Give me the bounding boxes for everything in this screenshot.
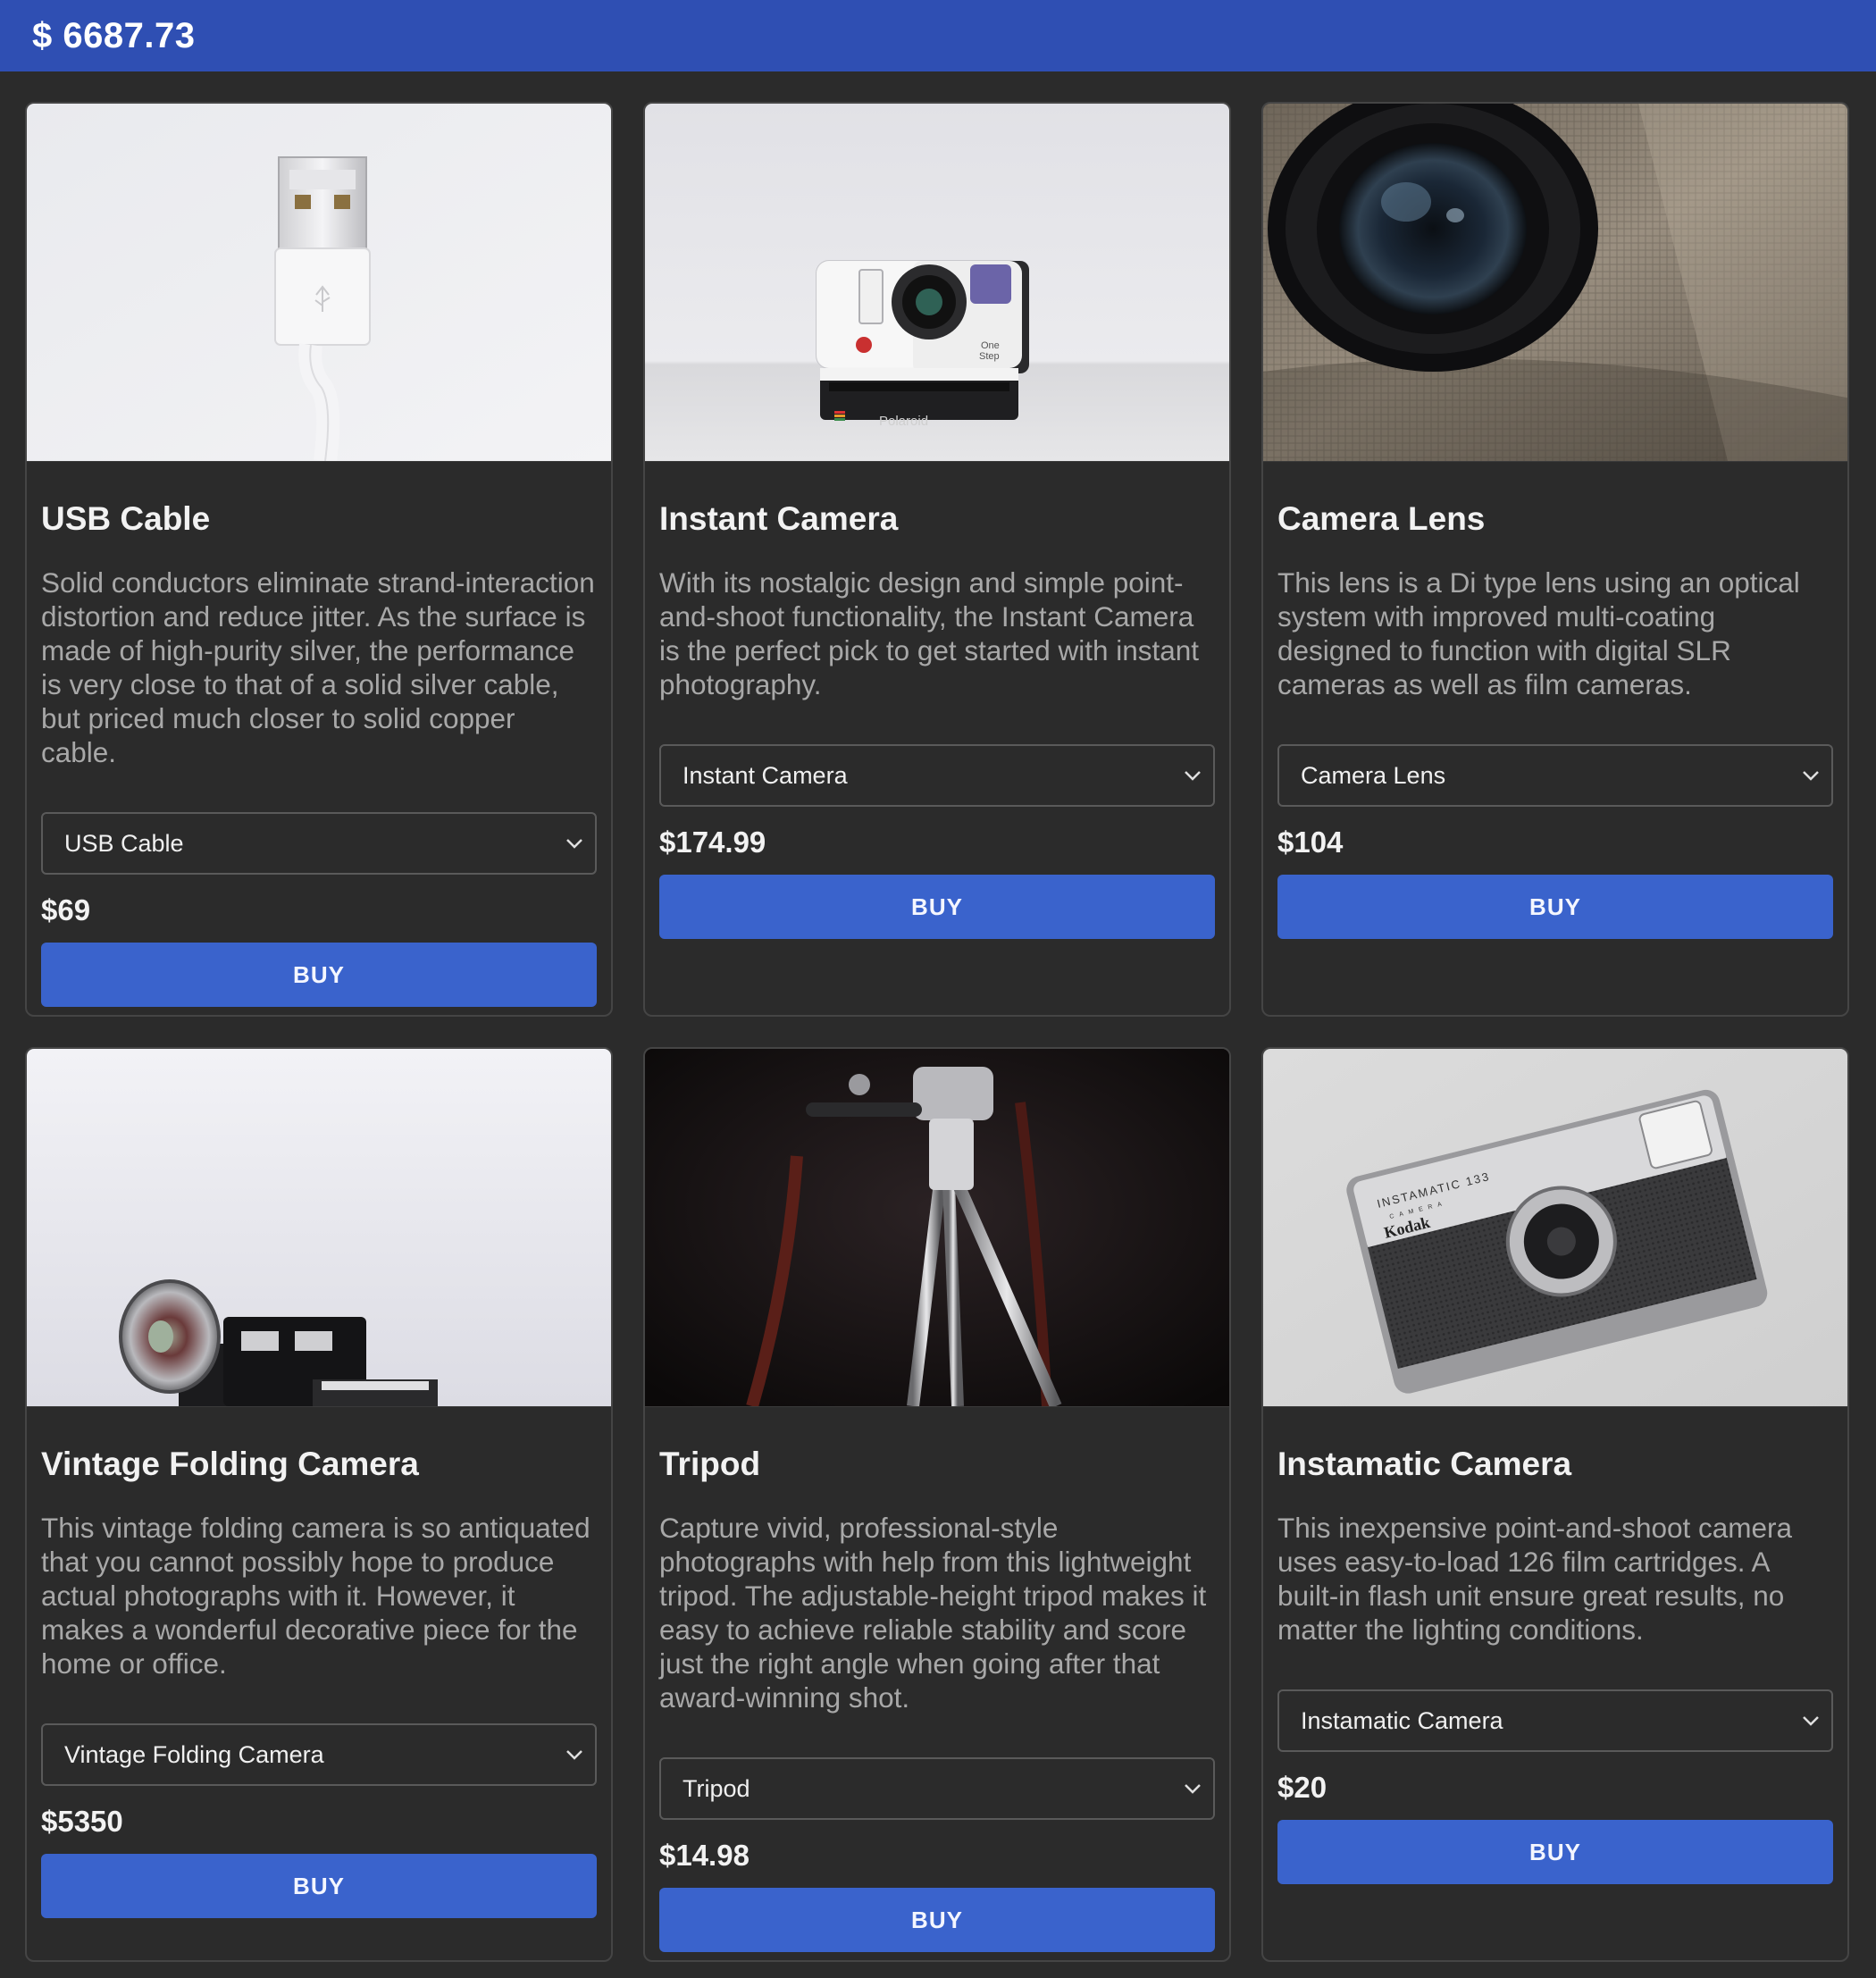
product-card-camera-lens: Camera Lens This lens is a Di type lens … [1261, 102, 1849, 1017]
polaroid-brand-text: Polaroid [879, 414, 928, 429]
product-select-value: Instamatic Camera [1301, 1706, 1503, 1734]
chevron-down-icon [1799, 764, 1822, 787]
product-price: $14.98 [659, 1839, 750, 1872]
product-image-usb-cable [27, 104, 611, 462]
chevron-down-icon [563, 832, 586, 855]
chevron-down-icon [1181, 764, 1204, 787]
vintage-camera-photo [27, 1049, 611, 1406]
product-price: $5350 [41, 1805, 123, 1838]
product-description: With its nostalgic design and simple poi… [659, 566, 1200, 700]
product-price: $104 [1277, 826, 1344, 859]
product-select[interactable]: Camera Lens [1277, 744, 1833, 807]
buy-button[interactable]: BUY [659, 1888, 1215, 1952]
product-select-value: Instant Camera [683, 761, 848, 789]
product-description: Capture vivid, professional-style photog… [659, 1512, 1207, 1714]
product-price: $20 [1277, 1771, 1327, 1804]
product-select[interactable]: Instamatic Camera [1277, 1689, 1833, 1752]
chevron-down-icon [1181, 1777, 1204, 1800]
product-title: USB Cable [41, 500, 211, 537]
product-image-vintage-folding-camera [27, 1049, 611, 1407]
product-image-tripod [645, 1049, 1229, 1407]
top-bar: $ 6687.73 [0, 0, 1876, 71]
product-select-value: Camera Lens [1301, 761, 1446, 789]
product-image-instant-camera: One Step Polaroid [645, 104, 1229, 462]
buy-button[interactable]: BUY [41, 943, 597, 1007]
product-select-value: Tripod [683, 1774, 750, 1802]
buy-button[interactable]: BUY [1277, 1820, 1833, 1884]
product-card-vintage-folding-camera: Vintage Folding Camera This vintage fold… [25, 1047, 613, 1962]
product-title: Vintage Folding Camera [41, 1446, 419, 1482]
instant-camera-photo: One Step Polaroid [645, 104, 1229, 461]
product-select[interactable]: USB Cable [41, 812, 597, 875]
product-description: Solid conductors eliminate strand-intera… [41, 566, 595, 768]
product-select[interactable]: Vintage Folding Camera [41, 1723, 597, 1786]
chevron-down-icon [563, 1743, 586, 1766]
buy-button[interactable]: BUY [41, 1854, 597, 1918]
product-price: $69 [41, 893, 91, 926]
product-title: Instamatic Camera [1277, 1446, 1572, 1482]
camera-lens-photo [1263, 104, 1847, 461]
instamatic-camera-photo: INSTAMATIC 133 CAMERA Kodak [1263, 1049, 1847, 1406]
product-card-usb-cable: USB Cable Solid conductors eliminate str… [25, 102, 613, 1017]
tripod-photo [645, 1049, 1229, 1406]
buy-button[interactable]: BUY [1277, 875, 1833, 939]
polaroid-model-text-2: Step [979, 351, 1000, 362]
product-description: This vintage folding camera is so antiqu… [41, 1512, 590, 1680]
polaroid-model-text: One [981, 340, 1000, 351]
product-image-instamatic-camera: INSTAMATIC 133 CAMERA Kodak [1263, 1049, 1847, 1407]
product-select-value: Vintage Folding Camera [64, 1740, 324, 1768]
product-title: Camera Lens [1277, 500, 1486, 537]
product-select[interactable]: Instant Camera [659, 744, 1215, 807]
product-select-value: USB Cable [64, 829, 184, 857]
product-title: Tripod [659, 1446, 761, 1482]
product-select[interactable]: Tripod [659, 1757, 1215, 1820]
product-description: This lens is a Di type lens using an opt… [1277, 566, 1800, 700]
chevron-down-icon [1799, 1709, 1822, 1732]
product-title: Instant Camera [659, 500, 899, 537]
product-price: $174.99 [659, 826, 766, 859]
product-card-tripod: Tripod Capture vivid, professional-style… [643, 1047, 1231, 1962]
product-card-instamatic-camera: INSTAMATIC 133 CAMERA Kodak Instamatic C… [1261, 1047, 1849, 1962]
buy-button[interactable]: BUY [659, 875, 1215, 939]
usb-cable-photo [27, 104, 611, 461]
product-card-instant-camera: One Step Polaroid Instant Camera With it… [643, 102, 1231, 1017]
product-grid: USB Cable Solid conductors eliminate str… [0, 71, 1876, 1962]
product-description: This inexpensive point-and-shoot camera … [1277, 1512, 1793, 1646]
wallet-balance: $ 6687.73 [32, 15, 196, 55]
product-image-camera-lens [1263, 104, 1847, 462]
